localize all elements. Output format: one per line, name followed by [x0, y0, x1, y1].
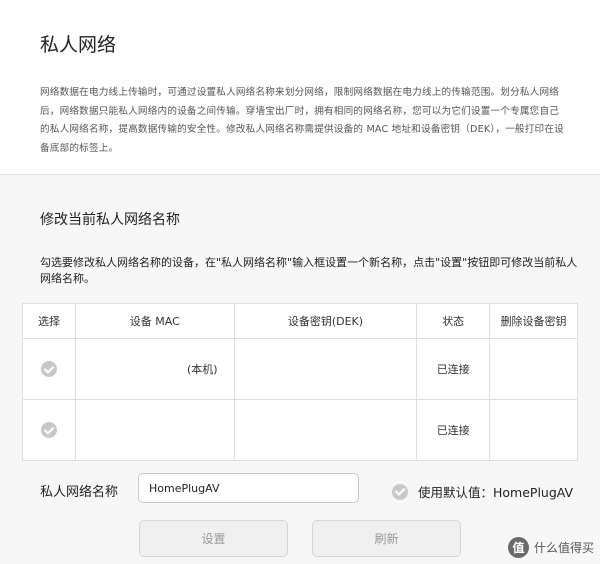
select-checkbox-icon[interactable] — [40, 361, 57, 377]
use-default-checkbox-icon[interactable] — [392, 483, 408, 500]
watermark-text: 什么值得买 — [533, 541, 594, 555]
header-delete-key: 删除设备密钥 — [489, 303, 578, 339]
status-cell: 已连接 — [416, 399, 491, 461]
use-default-toggle[interactable]: 使用默认值：HomePlugAV — [392, 482, 573, 501]
network-name-label: 私人网络名称 — [40, 485, 119, 500]
select-cell — [22, 399, 76, 461]
dek-cell — [233, 399, 418, 461]
intro-panel: 私人网络 网络数据在电力线上传输时，可通过设置私人网络名称来划分网络，限制网络数… — [0, 0, 600, 175]
page-description: 网络数据在电力线上传输时，可通过设置私人网络名称来划分网络，限制网络数据在电力线… — [40, 87, 564, 154]
device-table: 选择 设备 MAC 设备密钥(DEK) 状态 删除设备密钥 (本机) 已连接 已… — [22, 303, 578, 461]
header-select: 选择 — [22, 303, 76, 339]
table-row: (本机) 已连接 — [22, 338, 578, 400]
delete-key-cell — [489, 399, 578, 461]
delete-key-cell — [489, 338, 578, 400]
header-status: 状态 — [416, 303, 491, 339]
select-cell — [22, 338, 76, 400]
mac-cell: (本机) — [74, 338, 235, 400]
header-dek: 设备密钥(DEK) — [233, 303, 418, 339]
section-instructions: 勾选要修改私人网络名称的设备，在"私人网络名称"输入框设置一个新名称，点击"设置… — [40, 256, 578, 285]
network-name-input[interactable] — [138, 473, 359, 503]
refresh-button[interactable]: 刷新 — [312, 520, 461, 557]
table-header-row: 选择 设备 MAC 设备密钥(DEK) 状态 删除设备密钥 — [22, 303, 578, 339]
table-row: 已连接 — [22, 399, 578, 461]
watermark-logo-icon: 值 — [507, 537, 529, 558]
section-title: 修改当前私人网络名称 — [40, 212, 180, 228]
set-button[interactable]: 设置 — [139, 520, 288, 557]
select-checkbox-icon[interactable] — [40, 422, 57, 438]
status-cell: 已连接 — [416, 338, 491, 400]
mac-cell — [74, 399, 235, 461]
page-title: 私人网络 — [40, 34, 117, 56]
dek-cell — [233, 338, 418, 400]
use-default-label: 使用默认值：HomePlugAV — [418, 485, 574, 500]
watermark: 值 什么值得买 — [507, 537, 594, 558]
header-mac: 设备 MAC — [74, 303, 235, 339]
